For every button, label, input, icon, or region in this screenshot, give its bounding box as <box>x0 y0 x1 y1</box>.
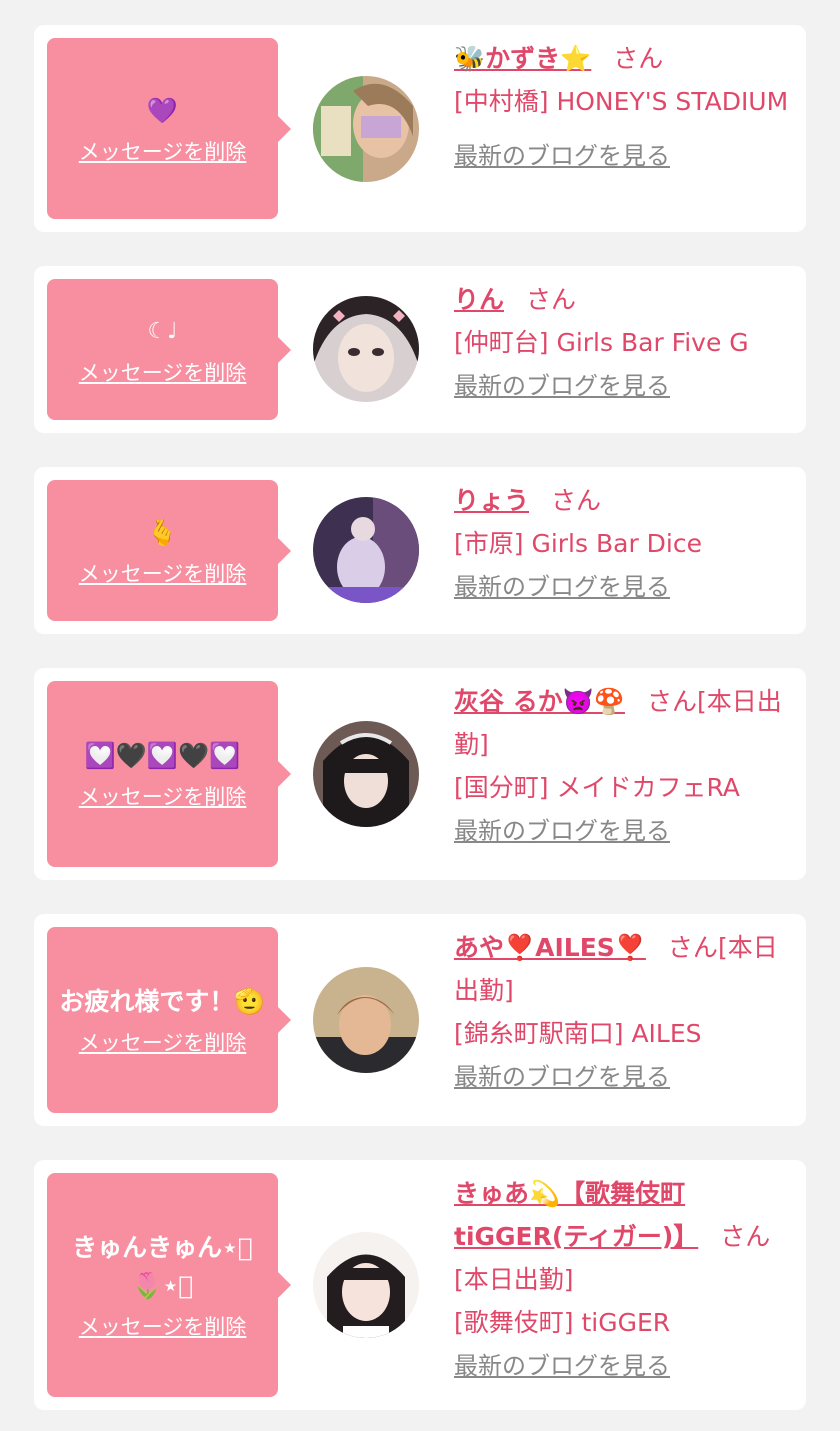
honorific: さん <box>646 687 697 716</box>
shop-name: [中村橋] HONEY'S STADIUM <box>454 87 789 116</box>
latest-blog-link[interactable]: 最新のブログを見る <box>454 135 670 178</box>
status-text: [本日出勤] <box>454 1265 574 1294</box>
cast-name-link[interactable]: りん <box>454 285 504 314</box>
honorific: さん <box>720 1222 771 1251</box>
delete-message-link[interactable]: メッセージを削除 <box>79 357 247 387</box>
delete-message-link[interactable]: メッセージを削除 <box>79 1311 247 1341</box>
list-item: 🫰 メッセージを削除 りょう さん [市原] Girls Bar Dice 最新の… <box>34 467 806 634</box>
list-item: ☾♩ メッセージを削除 りん さん [仲町台] Girls Bar Five G … <box>34 266 806 433</box>
avatar[interactable] <box>313 76 419 182</box>
list-item: きゅんきゅん⋆͛🌷⋆͛ メッセージを削除 きゅあ💫【歌舞伎町tiGGER(ティガ… <box>34 1160 806 1410</box>
message-bubble: ☾♩ メッセージを削除 <box>47 279 291 420</box>
message-text: お疲れ様です！🫡 <box>59 987 266 1016</box>
message-bubble: 💜 メッセージを削除 <box>47 38 291 219</box>
message-text: 💜 <box>146 95 179 125</box>
honorific: さん <box>613 44 664 73</box>
honorific: さん <box>667 933 718 962</box>
avatar[interactable] <box>313 497 419 603</box>
cast-info: 🐝かずき⭐ さん [中村橋] HONEY'S STADIUM 最新のブログを見る <box>454 37 794 178</box>
shop-name: [市原] Girls Bar Dice <box>454 529 702 558</box>
cast-info: りん さん [仲町台] Girls Bar Five G 最新のブログを見る <box>454 278 794 408</box>
message-list: 💜 メッセージを削除 🐝かずき⭐ さん [中村橋] HONEY'S STADIUM… <box>0 0 840 1431</box>
cast-name-link[interactable]: りょう <box>454 486 529 515</box>
message-text: ☾♩ <box>147 318 178 344</box>
shop-name: [錦糸町駅南口] AILES <box>454 1019 702 1048</box>
cast-info: りょう さん [市原] Girls Bar Dice 最新のブログを見る <box>454 479 794 609</box>
cast-name-link[interactable]: あや❣️AILES❣️ <box>454 933 646 962</box>
message-bubble: お疲れ様です！🫡 メッセージを削除 <box>47 927 291 1113</box>
cast-name-link[interactable]: 灰谷 るか👿🍄 <box>454 687 625 716</box>
cast-info: きゅあ💫【歌舞伎町tiGGER(ティガー)】 さん [本日出勤] [歌舞伎町] t… <box>454 1172 794 1388</box>
shop-name: [仲町台] Girls Bar Five G <box>454 328 749 357</box>
shop-name: [国分町] メイドカフェRA <box>454 773 740 802</box>
cast-name-link[interactable]: きゅあ💫【歌舞伎町tiGGER(ティガー)】 <box>454 1179 698 1251</box>
message-bubble: 💟🖤💟🖤💟 メッセージを削除 <box>47 681 291 867</box>
cast-name-link[interactable]: 🐝かずき⭐ <box>454 44 591 73</box>
list-item: お疲れ様です！🫡 メッセージを削除 あや❣️AILES❣️ さん[本日出勤] [錦… <box>34 914 806 1126</box>
delete-message-link[interactable]: メッセージを削除 <box>79 781 247 811</box>
avatar[interactable] <box>313 721 419 827</box>
latest-blog-link[interactable]: 最新のブログを見る <box>454 1056 670 1099</box>
avatar[interactable] <box>313 967 419 1073</box>
cast-info: 灰谷 るか👿🍄 さん[本日出勤] [国分町] メイドカフェRA 最新のブログを見る <box>454 680 794 853</box>
avatar[interactable] <box>313 1232 419 1338</box>
delete-message-link[interactable]: メッセージを削除 <box>79 558 247 588</box>
message-text: 💟🖤💟🖤💟 <box>84 741 241 770</box>
message-bubble: 🫰 メッセージを削除 <box>47 480 291 621</box>
list-item: 💜 メッセージを削除 🐝かずき⭐ さん [中村橋] HONEY'S STADIUM… <box>34 25 806 232</box>
latest-blog-link[interactable]: 最新のブログを見る <box>454 1345 670 1388</box>
message-text: 🫰 <box>146 517 179 547</box>
message-bubble: きゅんきゅん⋆͛🌷⋆͛ メッセージを削除 <box>47 1173 291 1397</box>
honorific: さん <box>526 285 577 314</box>
message-text: きゅんきゅん⋆͛🌷⋆͛ <box>72 1233 253 1300</box>
latest-blog-link[interactable]: 最新のブログを見る <box>454 566 670 609</box>
cast-info: あや❣️AILES❣️ さん[本日出勤] [錦糸町駅南口] AILES 最新のブロ… <box>454 926 794 1099</box>
latest-blog-link[interactable]: 最新のブログを見る <box>454 365 670 408</box>
shop-name: [歌舞伎町] tiGGER <box>454 1308 671 1337</box>
delete-message-link[interactable]: メッセージを削除 <box>79 1027 247 1057</box>
honorific: さん <box>551 486 602 515</box>
avatar[interactable] <box>313 296 419 402</box>
latest-blog-link[interactable]: 最新のブログを見る <box>454 810 670 853</box>
list-item: 💟🖤💟🖤💟 メッセージを削除 灰谷 るか👿🍄 さん[本日出勤] [国分町] メイド… <box>34 668 806 880</box>
delete-message-link[interactable]: メッセージを削除 <box>79 136 247 166</box>
